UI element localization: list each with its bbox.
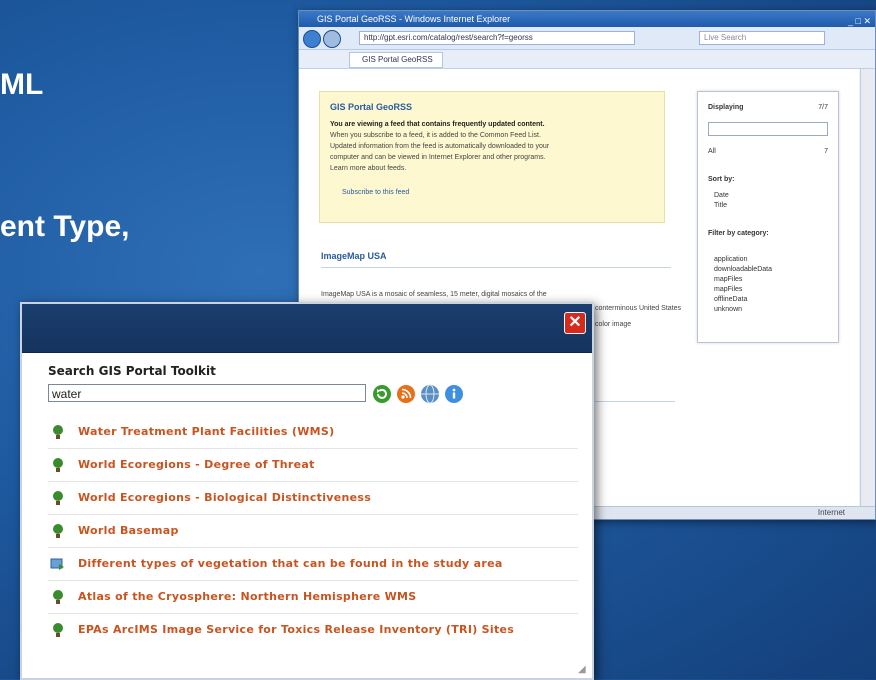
sort-by-label: Sort by: [708, 176, 735, 183]
list-item[interactable]: EPAs ArcIMS Image Service for Toxics Rel… [48, 614, 578, 646]
browser-titlebar: GIS Portal GeoRSS - Windows Internet Exp… [299, 11, 875, 27]
list-item[interactable]: Different types of vegetation that can b… [48, 548, 578, 581]
result-label: World Basemap [78, 524, 179, 537]
panel-count: 7/7 [818, 104, 828, 111]
globe-person-icon [53, 590, 63, 604]
sort-option-date[interactable]: Date [714, 192, 729, 199]
toolkit-dialog: ✕ Search GIS Portal Toolkit water Water … [20, 302, 594, 680]
map-document-icon [50, 558, 64, 570]
feed-info-box: GIS Portal GeoRSS You are viewing a feed… [319, 91, 665, 223]
feed-line: When you subscribe to a feed, it is adde… [330, 132, 541, 139]
sort-option-title[interactable]: Title [714, 202, 727, 209]
list-item[interactable]: Water Treatment Plant Facilities (WMS) [48, 416, 578, 449]
entry-text: color image [595, 321, 632, 328]
category-item[interactable]: mapFiles [714, 286, 742, 293]
divider [595, 401, 675, 402]
category-item[interactable]: downloadableData [714, 266, 772, 273]
filter-all-count: 7 [824, 148, 828, 155]
search-input[interactable]: water [48, 384, 366, 402]
browser-scrollbar[interactable] [860, 69, 875, 507]
result-label: Water Treatment Plant Facilities (WMS) [78, 425, 335, 438]
globe-person-icon [53, 524, 63, 538]
dialog-title: Search GIS Portal Toolkit [48, 364, 216, 378]
browser-search-input[interactable]: Live Search [699, 31, 825, 45]
result-label: World Ecoregions - Biological Distinctiv… [78, 491, 372, 504]
slide-text-line-2: ent Type, [0, 210, 130, 243]
subscribe-link[interactable]: Subscribe to this feed [342, 189, 664, 196]
list-item[interactable]: World Ecoregions - Biological Distinctiv… [48, 482, 578, 515]
tab-georss[interactable]: GIS Portal GeoRSS [349, 52, 443, 68]
globe-person-icon [53, 491, 63, 505]
filter-by-label: Filter by category: [708, 230, 769, 237]
result-label: Atlas of the Cryosphere: Northern Hemisp… [78, 590, 417, 603]
globe-person-icon [53, 623, 63, 637]
tab-bar: GIS Portal GeoRSS [299, 50, 875, 69]
list-item[interactable]: World Basemap [48, 515, 578, 548]
list-item[interactable]: World Ecoregions - Degree of Threat [48, 449, 578, 482]
back-icon[interactable] [303, 30, 321, 48]
browser-title: GIS Portal GeoRSS - Windows Internet Exp… [317, 14, 511, 24]
feed-line: Updated information from the feed is aut… [330, 143, 550, 150]
status-zone: Internet [817, 508, 845, 517]
entry-text: conterminous United States [595, 305, 681, 312]
filter-panel: Displaying 7/7 All 7 Sort by: Date Title… [697, 91, 839, 343]
globe-icon[interactable] [420, 384, 440, 404]
dialog-header: ✕ [22, 304, 592, 353]
slide-text-line-1: ML [0, 68, 44, 101]
results-list: Water Treatment Plant Facilities (WMS) W… [48, 416, 578, 646]
address-input[interactable]: http://gpt.esri.com/catalog/rest/search?… [359, 31, 635, 45]
category-item[interactable]: offlineData [714, 296, 747, 303]
panel-header: Displaying [708, 104, 744, 111]
feed-bold-line: You are viewing a feed that contains fre… [330, 121, 545, 128]
divider [321, 267, 671, 268]
resize-grip-icon[interactable]: ◢ [578, 664, 588, 675]
filter-all[interactable]: All [708, 148, 716, 155]
forward-icon[interactable] [323, 30, 341, 48]
feed-link[interactable]: Learn more about feeds. [330, 164, 654, 173]
entry-title[interactable]: ImageMap USA [321, 251, 387, 261]
refresh-icon[interactable] [372, 384, 392, 404]
filter-input[interactable] [708, 122, 828, 136]
rss-icon[interactable] [396, 384, 416, 404]
result-label: World Ecoregions - Degree of Threat [78, 458, 315, 471]
result-label: EPAs ArcIMS Image Service for Toxics Rel… [78, 623, 515, 636]
category-item[interactable]: application [714, 256, 747, 263]
result-label: Different types of vegetation that can b… [78, 557, 503, 570]
address-bar: http://gpt.esri.com/catalog/rest/search?… [299, 27, 875, 50]
info-icon[interactable] [444, 384, 464, 404]
category-item[interactable]: unknown [714, 306, 742, 313]
feed-title: GIS Portal GeoRSS [330, 102, 413, 112]
globe-person-icon [53, 425, 63, 439]
feed-line: computer and can be viewed in Internet E… [330, 154, 546, 161]
close-icon[interactable]: ✕ [564, 312, 586, 334]
globe-person-icon [53, 458, 63, 472]
entry-text: ImageMap USA is a mosaic of seamless, 15… [321, 291, 547, 298]
category-item[interactable]: mapFiles [714, 276, 742, 283]
list-item[interactable]: Atlas of the Cryosphere: Northern Hemisp… [48, 581, 578, 614]
